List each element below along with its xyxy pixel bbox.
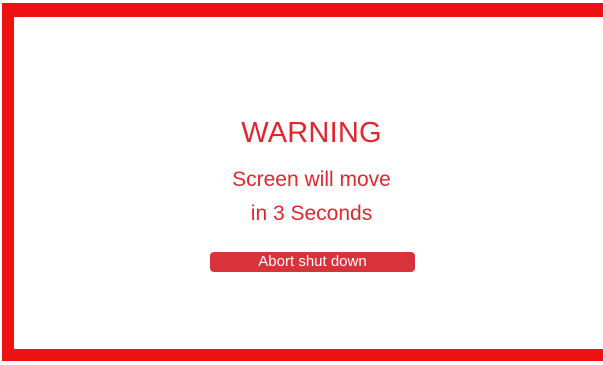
warning-message-line-1: Screen will move [232, 168, 391, 191]
warning-screen: WARNING Screen will move in 3 Seconds Ab… [0, 0, 603, 365]
warning-title: WARNING [241, 117, 382, 149]
warning-message-line-2: in 3 Seconds [250, 202, 373, 225]
warning-panel: WARNING Screen will move in 3 Seconds Ab… [0, 0, 603, 365]
abort-shutdown-button[interactable]: Abort shut down [210, 252, 415, 272]
